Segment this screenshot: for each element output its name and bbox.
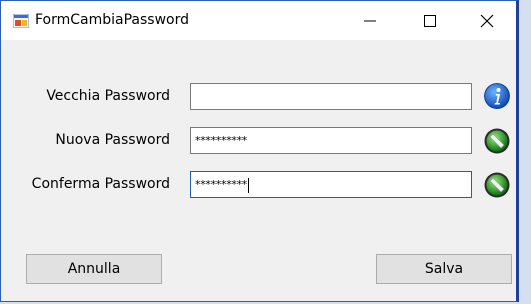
new-password-value: **********: [195, 134, 248, 147]
close-icon: [480, 14, 494, 27]
window-title: FormCambiaPassword: [35, 12, 190, 28]
title-bar[interactable]: FormCambiaPassword: [1, 1, 516, 40]
maximize-button[interactable]: [407, 1, 453, 40]
text-caret: [248, 177, 250, 193]
confirm-password-label: Conferma Password: [31, 176, 170, 192]
old-password-field[interactable]: [190, 83, 472, 110]
new-password-field[interactable]: **********: [190, 127, 472, 154]
old-password-label: Vecchia Password: [46, 88, 170, 104]
close-button[interactable]: [464, 1, 510, 40]
app-form-icon: [13, 14, 29, 28]
info-icon[interactable]: [484, 83, 510, 109]
confirm-password-field[interactable]: **********: [190, 171, 472, 198]
new-password-label: Nuova Password: [55, 132, 170, 148]
cancel-button[interactable]: Annulla: [26, 254, 162, 284]
maximize-icon: [424, 14, 436, 27]
green-ok-icon[interactable]: [484, 172, 510, 198]
save-button[interactable]: Salva: [376, 254, 512, 284]
minimize-icon: [364, 20, 376, 21]
minimize-button[interactable]: [347, 1, 393, 40]
green-ok-icon[interactable]: [484, 128, 510, 154]
change-password-window: FormCambiaPassword Vecchia Password Nuov…: [0, 0, 519, 302]
confirm-password-value: **********: [195, 178, 248, 191]
